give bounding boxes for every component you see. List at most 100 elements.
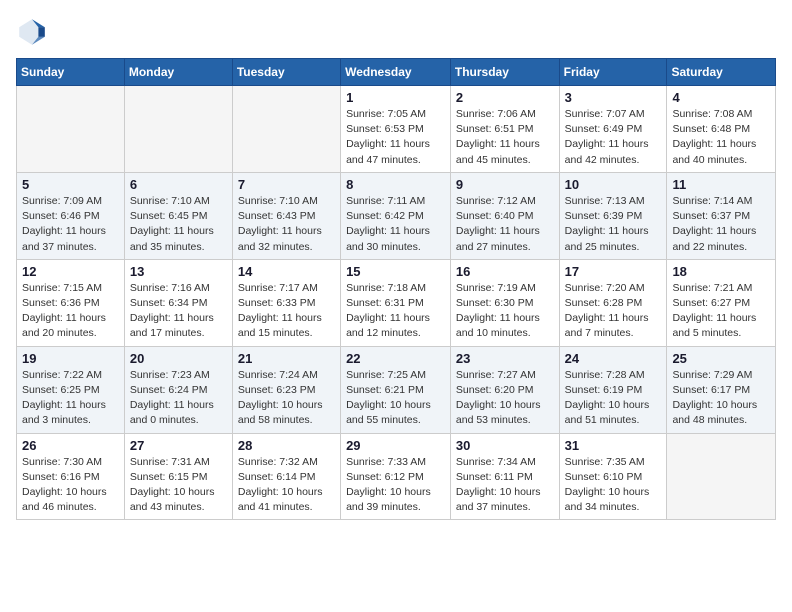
calendar-cell: 22 Sunrise: 7:25 AMSunset: 6:21 PMDayligh… [341,346,451,433]
day-header-tuesday: Tuesday [232,59,340,86]
day-number: 12 [22,264,119,279]
day-info: Sunrise: 7:14 AMSunset: 6:37 PMDaylight:… [672,194,770,255]
calendar-cell: 25 Sunrise: 7:29 AMSunset: 6:17 PMDayligh… [667,346,776,433]
calendar-cell: 27 Sunrise: 7:31 AMSunset: 6:15 PMDayligh… [124,433,232,520]
day-number: 14 [238,264,335,279]
day-number: 13 [130,264,227,279]
day-info: Sunrise: 7:07 AMSunset: 6:49 PMDaylight:… [565,107,662,168]
day-info: Sunrise: 7:12 AMSunset: 6:40 PMDaylight:… [456,194,554,255]
day-number: 6 [130,177,227,192]
logo [16,16,52,48]
calendar-week-2: 5 Sunrise: 7:09 AMSunset: 6:46 PMDaylight… [17,172,776,259]
day-info: Sunrise: 7:24 AMSunset: 6:23 PMDaylight:… [238,368,335,429]
calendar-week-5: 26Sunrise: 7:30 AMSunset: 6:16 PMDayligh… [17,433,776,520]
calendar-cell: 16Sunrise: 7:19 AMSunset: 6:30 PMDayligh… [450,259,559,346]
day-number: 22 [346,351,445,366]
day-info: Sunrise: 7:30 AMSunset: 6:16 PMDaylight:… [22,455,119,516]
calendar-header-row: SundayMondayTuesdayWednesdayThursdayFrid… [17,59,776,86]
day-header-sunday: Sunday [17,59,125,86]
logo-icon [16,16,48,48]
day-header-saturday: Saturday [667,59,776,86]
calendar-cell: 12 Sunrise: 7:15 AMSunset: 6:36 PMDayligh… [17,259,125,346]
day-info: Sunrise: 7:33 AMSunset: 6:12 PMDaylight:… [346,455,445,516]
calendar-cell [667,433,776,520]
day-number: 4 [672,90,770,105]
day-number: 1 [346,90,445,105]
calendar-cell: 3Sunrise: 7:07 AMSunset: 6:49 PMDaylight… [559,86,667,173]
calendar-cell: 24Sunrise: 7:28 AMSunset: 6:19 PMDayligh… [559,346,667,433]
day-number: 27 [130,438,227,453]
calendar-cell: 13 Sunrise: 7:16 AMSunset: 6:34 PMDayligh… [124,259,232,346]
calendar-week-4: 19Sunrise: 7:22 AMSunset: 6:25 PMDayligh… [17,346,776,433]
day-info: Sunrise: 7:13 AMSunset: 6:39 PMDaylight:… [565,194,662,255]
calendar-week-1: 1 Sunrise: 7:05 AMSunset: 6:53 PMDaylight… [17,86,776,173]
day-info: Sunrise: 7:05 AMSunset: 6:53 PMDaylight:… [346,107,445,168]
calendar-cell: 6 Sunrise: 7:10 AMSunset: 6:45 PMDaylight… [124,172,232,259]
day-info: Sunrise: 7:10 AMSunset: 6:43 PMDaylight:… [238,194,335,255]
day-info: Sunrise: 7:06 AMSunset: 6:51 PMDaylight:… [456,107,554,168]
calendar-cell: 11 Sunrise: 7:14 AMSunset: 6:37 PMDayligh… [667,172,776,259]
day-info: Sunrise: 7:22 AMSunset: 6:25 PMDaylight:… [22,368,119,429]
calendar-cell: 30 Sunrise: 7:34 AMSunset: 6:11 PMDayligh… [450,433,559,520]
day-number: 8 [346,177,445,192]
day-info: Sunrise: 7:35 AMSunset: 6:10 PMDaylight:… [565,455,662,516]
calendar-cell: 20Sunrise: 7:23 AMSunset: 6:24 PMDayligh… [124,346,232,433]
day-number: 5 [22,177,119,192]
calendar-cell: 14 Sunrise: 7:17 AMSunset: 6:33 PMDayligh… [232,259,340,346]
day-header-thursday: Thursday [450,59,559,86]
day-number: 7 [238,177,335,192]
calendar-cell: 31 Sunrise: 7:35 AMSunset: 6:10 PMDayligh… [559,433,667,520]
day-number: 21 [238,351,335,366]
day-number: 28 [238,438,335,453]
day-number: 10 [565,177,662,192]
calendar-table: SundayMondayTuesdayWednesdayThursdayFrid… [16,58,776,520]
day-number: 23 [456,351,554,366]
calendar-cell: 5 Sunrise: 7:09 AMSunset: 6:46 PMDaylight… [17,172,125,259]
day-info: Sunrise: 7:16 AMSunset: 6:34 PMDaylight:… [130,281,227,342]
calendar-cell: 8 Sunrise: 7:11 AMSunset: 6:42 PMDaylight… [341,172,451,259]
day-number: 15 [346,264,445,279]
day-info: Sunrise: 7:10 AMSunset: 6:45 PMDaylight:… [130,194,227,255]
calendar-week-3: 12 Sunrise: 7:15 AMSunset: 6:36 PMDayligh… [17,259,776,346]
calendar-cell: 29 Sunrise: 7:33 AMSunset: 6:12 PMDayligh… [341,433,451,520]
day-number: 11 [672,177,770,192]
day-info: Sunrise: 7:21 AMSunset: 6:27 PMDaylight:… [672,281,770,342]
calendar-cell: 7 Sunrise: 7:10 AMSunset: 6:43 PMDaylight… [232,172,340,259]
day-number: 17 [565,264,662,279]
day-header-monday: Monday [124,59,232,86]
day-info: Sunrise: 7:32 AMSunset: 6:14 PMDaylight:… [238,455,335,516]
calendar-cell: 15 Sunrise: 7:18 AMSunset: 6:31 PMDayligh… [341,259,451,346]
day-number: 25 [672,351,770,366]
day-number: 30 [456,438,554,453]
day-info: Sunrise: 7:15 AMSunset: 6:36 PMDaylight:… [22,281,119,342]
calendar-cell: 21 Sunrise: 7:24 AMSunset: 6:23 PMDayligh… [232,346,340,433]
calendar-cell: 23Sunrise: 7:27 AMSunset: 6:20 PMDayligh… [450,346,559,433]
day-info: Sunrise: 7:11 AMSunset: 6:42 PMDaylight:… [346,194,445,255]
calendar-cell: 17 Sunrise: 7:20 AMSunset: 6:28 PMDayligh… [559,259,667,346]
calendar-cell: 26Sunrise: 7:30 AMSunset: 6:16 PMDayligh… [17,433,125,520]
calendar-cell: 2 Sunrise: 7:06 AMSunset: 6:51 PMDaylight… [450,86,559,173]
day-info: Sunrise: 7:09 AMSunset: 6:46 PMDaylight:… [22,194,119,255]
day-number: 31 [565,438,662,453]
day-info: Sunrise: 7:31 AMSunset: 6:15 PMDaylight:… [130,455,227,516]
day-info: Sunrise: 7:23 AMSunset: 6:24 PMDaylight:… [130,368,227,429]
day-header-wednesday: Wednesday [341,59,451,86]
day-info: Sunrise: 7:34 AMSunset: 6:11 PMDaylight:… [456,455,554,516]
calendar-cell: 28 Sunrise: 7:32 AMSunset: 6:14 PMDayligh… [232,433,340,520]
calendar-cell: 10 Sunrise: 7:13 AMSunset: 6:39 PMDayligh… [559,172,667,259]
day-number: 2 [456,90,554,105]
day-info: Sunrise: 7:29 AMSunset: 6:17 PMDaylight:… [672,368,770,429]
day-header-friday: Friday [559,59,667,86]
calendar-cell: 4Sunrise: 7:08 AMSunset: 6:48 PMDaylight… [667,86,776,173]
calendar-cell: 19Sunrise: 7:22 AMSunset: 6:25 PMDayligh… [17,346,125,433]
day-info: Sunrise: 7:25 AMSunset: 6:21 PMDaylight:… [346,368,445,429]
day-info: Sunrise: 7:20 AMSunset: 6:28 PMDaylight:… [565,281,662,342]
day-number: 18 [672,264,770,279]
day-number: 16 [456,264,554,279]
day-number: 9 [456,177,554,192]
day-number: 24 [565,351,662,366]
day-number: 29 [346,438,445,453]
page-header [16,16,776,48]
day-info: Sunrise: 7:18 AMSunset: 6:31 PMDaylight:… [346,281,445,342]
day-info: Sunrise: 7:17 AMSunset: 6:33 PMDaylight:… [238,281,335,342]
